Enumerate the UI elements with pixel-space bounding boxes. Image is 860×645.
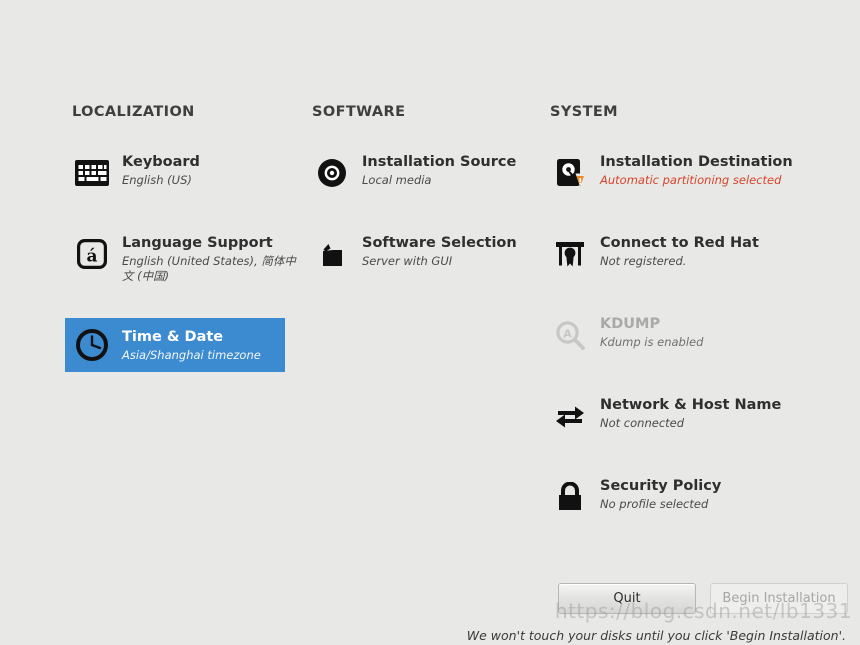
spoke-network-and-host-name[interactable]: Network & Host Name Not connected: [543, 389, 850, 443]
spoke-text-connect-to-red-hat: Connect to Red Hat Not registered.: [600, 234, 759, 269]
spoke-subtitle: Local media: [362, 173, 432, 187]
magnifier-icon: A: [550, 315, 590, 355]
spoke-text-keyboard: Keyboard English (US): [122, 153, 200, 188]
footer-bar: Quit Begin Installation We won't touch y…: [0, 579, 860, 645]
keyboard-icon: [72, 153, 112, 193]
spoke-title: Installation Destination: [600, 154, 793, 170]
spoke-title: Connect to Red Hat: [600, 235, 759, 251]
spoke-text-software-selection: Software Selection Server with GUI: [362, 234, 517, 269]
svg-text:á: á: [86, 247, 97, 267]
spoke-text-installation-destination: Installation Destination Automatic parti…: [600, 153, 793, 188]
language-support-icon: á: [72, 234, 112, 274]
spoke-time-and-date[interactable]: Time & Date Asia/Shanghai timezone: [65, 318, 285, 372]
package-icon: [312, 234, 352, 274]
installation-summary-hub: LOCALIZATION Keyboard English (US) á Lan…: [0, 0, 860, 645]
column-title-software: SOFTWARE: [312, 104, 406, 120]
column-localization: LOCALIZATION Keyboard English (US) á Lan…: [65, 104, 302, 372]
spoke-subtitle: English (US): [122, 173, 192, 187]
spoke-title: Installation Source: [362, 154, 517, 170]
column-title-localization: LOCALIZATION: [72, 104, 195, 120]
svg-text:A: A: [563, 328, 572, 341]
network-arrows-icon: [550, 396, 590, 436]
spoke-subtitle: No profile selected: [600, 497, 709, 511]
hard-disk-warning-icon: [550, 153, 590, 193]
spoke-text-installation-source: Installation Source Local media: [362, 153, 516, 188]
spoke-kdump[interactable]: A KDUMP Kdump is enabled: [543, 308, 850, 362]
spoke-installation-source[interactable]: Installation Source Local media: [305, 146, 542, 200]
spoke-software-selection[interactable]: Software Selection Server with GUI: [305, 227, 542, 281]
spoke-title: KDUMP: [600, 316, 661, 332]
spoke-text-network-and-host-name: Network & Host Name Not connected: [600, 396, 781, 431]
spoke-text-time-and-date: Time & Date Asia/Shanghai timezone: [122, 328, 261, 363]
column-system: SYSTEM Installation Destination Automati…: [550, 104, 850, 524]
spoke-text-kdump: KDUMP Kdump is enabled: [600, 315, 703, 350]
spoke-text-security-policy: Security Policy No profile selected: [600, 477, 721, 512]
begin-installation-button[interactable]: Begin Installation: [710, 583, 848, 614]
spoke-title: Network & Host Name: [600, 397, 782, 413]
spoke-subtitle: Not registered.: [600, 254, 687, 268]
spoke-connect-to-red-hat[interactable]: Connect to Red Hat Not registered.: [543, 227, 850, 281]
spoke-title: Security Policy: [600, 478, 722, 494]
spoke-text-language-support: Language Support English (United States)…: [122, 234, 296, 284]
spoke-installation-destination[interactable]: Installation Destination Automatic parti…: [543, 146, 850, 200]
footer-note: We won't touch your disks until you clic…: [466, 628, 846, 643]
spoke-language-support[interactable]: á Language Support English (United State…: [65, 227, 302, 291]
spoke-security-policy[interactable]: Security Policy No profile selected: [543, 470, 850, 524]
red-hat-icon: [550, 234, 590, 274]
spoke-keyboard[interactable]: Keyboard English (US): [65, 146, 302, 200]
spoke-subtitle: Server with GUI: [362, 254, 453, 268]
clock-icon: [72, 325, 112, 365]
lock-icon: [550, 477, 590, 517]
spoke-subtitle: Not connected: [600, 416, 685, 430]
spoke-subtitle: Automatic partitioning selected: [600, 173, 782, 187]
optical-disc-icon: [312, 153, 352, 193]
spoke-subtitle: Kdump is enabled: [600, 335, 704, 349]
footer-button-row: Quit Begin Installation: [558, 583, 848, 614]
spoke-title: Language Support: [122, 235, 273, 251]
quit-button[interactable]: Quit: [558, 583, 696, 614]
column-software: SOFTWARE Installation Source Local media: [312, 104, 542, 281]
spoke-title: Keyboard: [122, 154, 200, 170]
spoke-subtitle: Asia/Shanghai timezone: [122, 347, 261, 362]
column-title-system: SYSTEM: [550, 104, 619, 120]
spoke-title: Time & Date: [122, 328, 224, 345]
spoke-title: Software Selection: [362, 235, 517, 251]
spoke-subtitle: English (United States), 简体中文 (中国): [122, 254, 296, 283]
